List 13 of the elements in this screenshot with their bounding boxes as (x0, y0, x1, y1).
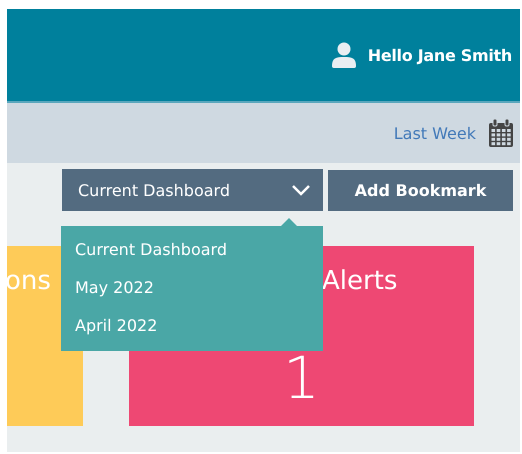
card-title: Alerts (322, 266, 398, 297)
menu-item[interactable]: Current Dashboard (61, 231, 323, 269)
card-value: 1 (283, 349, 320, 407)
card-title: ons (5, 266, 51, 297)
add-bookmark-button[interactable]: Add Bookmark (328, 170, 513, 211)
menu-item[interactable]: May 2022 (61, 269, 323, 307)
chevron-down-icon (291, 184, 311, 196)
user-icon (332, 42, 356, 68)
calendar-icon[interactable] (488, 119, 514, 147)
dashboard-dropdown[interactable]: Current Dashboard (62, 169, 323, 211)
greeting-text: Hello Jane Smith (368, 46, 512, 64)
date-range-link[interactable]: Last Week (394, 124, 476, 142)
menu-item[interactable]: April 2022 (61, 307, 323, 345)
